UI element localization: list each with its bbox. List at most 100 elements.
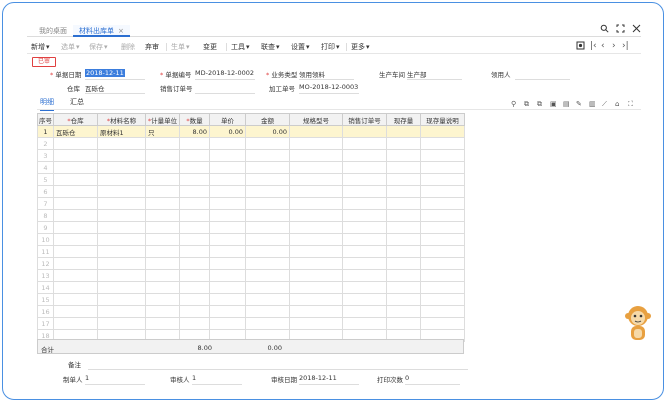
next-page-icon[interactable]: › xyxy=(612,41,616,51)
grid-header-4[interactable]: *数量 xyxy=(179,113,210,126)
grid-cell-stock_note[interactable] xyxy=(420,185,465,198)
grid-cell-sales_order[interactable] xyxy=(342,209,387,222)
table-row[interactable]: 16 xyxy=(37,305,465,318)
grid-cell-unit[interactable] xyxy=(145,305,180,318)
grid-cell-warehouse[interactable] xyxy=(53,137,98,150)
grid-cell-no[interactable]: 11 xyxy=(37,245,54,258)
grid-cell-stock_note[interactable] xyxy=(420,293,465,306)
doc-no-field[interactable]: MD-2018-12-0002 xyxy=(195,69,254,77)
grid-cell-unit[interactable] xyxy=(145,245,180,258)
copy-row-icon[interactable]: ⧉ xyxy=(524,100,529,109)
toolbar-item-5[interactable]: 生单▾ xyxy=(171,42,190,52)
grid-cell-spec[interactable] xyxy=(289,149,343,162)
grid-cell-stock_note[interactable] xyxy=(420,317,465,330)
grid-cell-spec[interactable] xyxy=(289,293,343,306)
grid-cell-sales_order[interactable] xyxy=(342,281,387,294)
grid-cell-price[interactable] xyxy=(209,317,246,330)
insert-row-icon[interactable]: ▣ xyxy=(550,100,557,108)
grid-cell-unit[interactable] xyxy=(145,137,180,150)
grid-cell-price[interactable] xyxy=(209,173,246,186)
toolbar-item-9[interactable]: 设置▾ xyxy=(291,42,310,52)
grid-cell-unit[interactable] xyxy=(145,173,180,186)
grid-header-8[interactable]: 销售订单号 xyxy=(342,113,387,126)
grid-cell-no[interactable]: 14 xyxy=(37,281,54,294)
toolbar-item-2[interactable]: 保存▾ xyxy=(89,42,108,52)
grid-cell-no[interactable]: 8 xyxy=(37,209,54,222)
grid-cell-amount[interactable] xyxy=(245,173,290,186)
date-field[interactable]: 2018-12-11 xyxy=(85,69,125,77)
grid-cell-price[interactable]: 0.00 xyxy=(209,125,246,138)
table-row[interactable]: 17 xyxy=(37,317,465,330)
grid-cell-stock[interactable] xyxy=(386,185,421,198)
grid-cell-material[interactable] xyxy=(97,161,146,174)
grid-cell-material[interactable] xyxy=(97,269,146,282)
grid-cell-warehouse[interactable] xyxy=(53,161,98,174)
grid-header-2[interactable]: *材料名称 xyxy=(97,113,146,126)
grid-cell-qty[interactable] xyxy=(179,185,210,198)
grid-cell-sales_order[interactable] xyxy=(342,257,387,270)
grid-cell-warehouse[interactable] xyxy=(53,293,98,306)
grid-cell-stock[interactable] xyxy=(386,137,421,150)
grid-cell-warehouse[interactable] xyxy=(53,149,98,162)
toolbar-item-4[interactable]: 弃审 xyxy=(145,42,159,52)
grid-cell-spec[interactable] xyxy=(289,305,343,318)
grid-cell-amount[interactable] xyxy=(245,209,290,222)
grid-cell-price[interactable] xyxy=(209,233,246,246)
table-row[interactable]: 11 xyxy=(37,245,465,258)
grid-cell-sales_order[interactable] xyxy=(342,233,387,246)
grid-cell-no[interactable]: 12 xyxy=(37,257,54,270)
grid-cell-stock_note[interactable] xyxy=(420,161,465,174)
grid-cell-unit[interactable] xyxy=(145,185,180,198)
grid-cell-stock[interactable] xyxy=(386,245,421,258)
grid-cell-spec[interactable] xyxy=(289,269,343,282)
grid-cell-no[interactable]: 13 xyxy=(37,269,54,282)
grid-cell-amount[interactable] xyxy=(245,245,290,258)
grid-cell-stock[interactable] xyxy=(386,305,421,318)
grid-cell-amount[interactable] xyxy=(245,281,290,294)
grid-cell-spec[interactable] xyxy=(289,161,343,174)
grid-cell-stock[interactable] xyxy=(386,149,421,162)
tab-summary[interactable]: 汇总 xyxy=(70,97,84,107)
table-row[interactable]: 2 xyxy=(37,137,465,150)
grid-cell-warehouse[interactable] xyxy=(53,233,98,246)
grid-cell-qty[interactable] xyxy=(179,281,210,294)
grid-cell-sales_order[interactable] xyxy=(342,185,387,198)
grid-cell-amount[interactable] xyxy=(245,161,290,174)
table-row[interactable]: 9 xyxy=(37,221,465,234)
fullscreen-icon[interactable] xyxy=(631,24,641,34)
grid-cell-no[interactable]: 9 xyxy=(37,221,54,234)
grid-cell-stock[interactable] xyxy=(386,281,421,294)
grid-cell-unit[interactable] xyxy=(145,233,180,246)
window-restore-icon[interactable] xyxy=(615,24,625,34)
grid-cell-warehouse[interactable] xyxy=(53,269,98,282)
grid-cell-unit[interactable] xyxy=(145,293,180,306)
workshop-field[interactable]: 生产部 xyxy=(407,69,427,79)
grid-cell-sales_order[interactable] xyxy=(342,125,387,138)
grid-header-3[interactable]: *计量单位 xyxy=(145,113,180,126)
grid-cell-qty[interactable] xyxy=(179,257,210,270)
grid-cell-sales_order[interactable] xyxy=(342,161,387,174)
grid-header-5[interactable]: 单价 xyxy=(209,113,246,126)
grid-cell-material[interactable] xyxy=(97,197,146,210)
grid-cell-no[interactable]: 4 xyxy=(37,161,54,174)
grid-cell-material[interactable] xyxy=(97,233,146,246)
table-row[interactable]: 7 xyxy=(37,197,465,210)
grid-cell-no[interactable]: 2 xyxy=(37,137,54,150)
grid-cell-amount[interactable] xyxy=(245,197,290,210)
grid-cell-stock_note[interactable] xyxy=(420,257,465,270)
grid-cell-unit[interactable] xyxy=(145,221,180,234)
grid-cell-stock_note[interactable] xyxy=(420,137,465,150)
table-row[interactable]: 1 瓦砾仓 原材料1 只 8.00 0.00 0.00 xyxy=(37,125,465,138)
grid-cell-stock[interactable] xyxy=(386,257,421,270)
grid-cell-material[interactable] xyxy=(97,293,146,306)
toolbar-item-8[interactable]: 联查▾ xyxy=(261,42,280,52)
grid-cell-amount[interactable] xyxy=(245,137,290,150)
grid-cell-material[interactable]: 原材料1 xyxy=(97,125,146,138)
grid-cell-spec[interactable] xyxy=(289,245,343,258)
grid-cell-price[interactable] xyxy=(209,161,246,174)
table-row[interactable]: 14 xyxy=(37,281,465,294)
grid-cell-stock_note[interactable] xyxy=(420,125,465,138)
grid-cell-material[interactable] xyxy=(97,209,146,222)
grid-cell-warehouse[interactable]: 瓦砾仓 xyxy=(53,125,98,138)
table-row[interactable]: 13 xyxy=(37,269,465,282)
